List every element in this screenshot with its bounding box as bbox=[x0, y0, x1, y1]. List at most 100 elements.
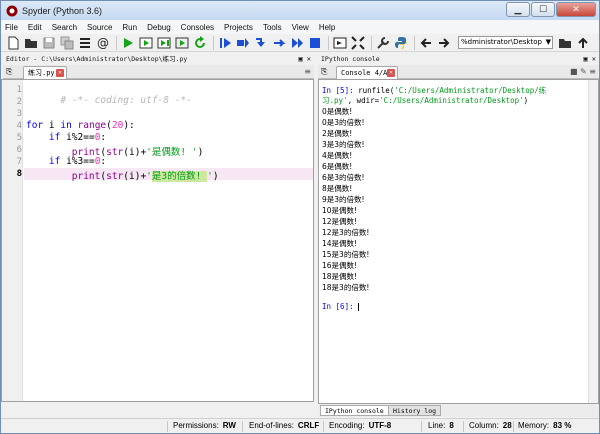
maximize-pane-icon bbox=[333, 37, 347, 48]
run-selection-icon bbox=[175, 37, 189, 48]
options-menu-icon[interactable]: ≡ bbox=[589, 67, 596, 76]
save-all-button[interactable] bbox=[59, 35, 75, 51]
editor-pane-title: Editor - C:\Users\Administrator\Desktop\… bbox=[3, 54, 314, 65]
status-separator bbox=[242, 421, 243, 432]
status-eol: End-of-lines: CRLF bbox=[249, 421, 320, 430]
run-cell-advance-button[interactable] bbox=[156, 35, 172, 51]
forward-button[interactable] bbox=[436, 35, 452, 51]
browse-directory-button[interactable] bbox=[557, 35, 573, 51]
tab-ipython-console[interactable]: IPython console bbox=[320, 405, 389, 416]
window-controls: ▁ ☐ ✕ bbox=[505, 2, 596, 17]
stop-debug-button[interactable] bbox=[307, 35, 323, 51]
wrench-icon bbox=[377, 36, 389, 49]
console-output-line: 0是3的倍数! bbox=[322, 118, 365, 127]
undock-icon[interactable]: ▣ bbox=[298, 55, 302, 63]
editor-tab-bar: ⎘ 练习.py ✕ ≡ bbox=[3, 65, 314, 79]
menu-view[interactable]: View bbox=[292, 23, 309, 32]
back-button[interactable] bbox=[418, 35, 434, 51]
line-number: 2 bbox=[16, 97, 22, 107]
stop-icon bbox=[310, 37, 320, 48]
arrow-right-icon bbox=[439, 37, 450, 48]
edit-icon[interactable]: ✎ bbox=[580, 67, 587, 76]
close-pane-icon[interactable]: ✕ bbox=[307, 55, 311, 63]
run-selection-button[interactable] bbox=[174, 35, 190, 51]
continue-button[interactable] bbox=[289, 35, 305, 51]
toolbar-separator bbox=[328, 35, 329, 50]
step-button[interactable] bbox=[235, 35, 251, 51]
save-all-icon bbox=[60, 36, 74, 49]
menu-help[interactable]: Help bbox=[319, 23, 335, 32]
menu-tools[interactable]: Tools bbox=[263, 23, 282, 32]
menu-file[interactable]: File bbox=[5, 23, 18, 32]
console-prompt-line[interactable]: In [6]: bbox=[322, 302, 360, 311]
console-output-line: 18是3的倍数! bbox=[322, 283, 370, 292]
ipython-console[interactable]: In [5]: runfile('C:/Users/Administrator/… bbox=[318, 79, 599, 404]
save-button[interactable] bbox=[41, 35, 57, 51]
options-menu-icon[interactable]: ≡ bbox=[304, 67, 311, 76]
tab-history-log[interactable]: History log bbox=[388, 405, 442, 416]
close-tab-icon[interactable]: ✕ bbox=[56, 69, 64, 77]
console-input-line-cont: 习.py', wdir='C:/Users/Administrator/Desk… bbox=[322, 96, 529, 105]
new-file-button[interactable] bbox=[5, 35, 21, 51]
at-button[interactable]: @ bbox=[95, 35, 111, 51]
parent-directory-button[interactable] bbox=[575, 35, 591, 51]
working-directory-combo[interactable]: %dministrator\Desktop ▼ bbox=[458, 36, 553, 49]
line-number: 6 bbox=[16, 145, 22, 155]
status-encoding: Encoding: UTF-8 bbox=[329, 421, 392, 430]
run-button[interactable] bbox=[120, 35, 136, 51]
browse-tabs-icon[interactable]: ⎘ bbox=[6, 67, 12, 77]
preferences-button[interactable] bbox=[375, 35, 391, 51]
list-icon bbox=[80, 37, 90, 48]
menu-debug[interactable]: Debug bbox=[147, 23, 171, 32]
minimize-button[interactable]: ▁ bbox=[506, 2, 530, 17]
maximize-button[interactable]: ☐ bbox=[531, 2, 555, 17]
debug-icon bbox=[220, 37, 231, 48]
pane-controls: ▣ ✕ bbox=[583, 54, 596, 65]
code-editor[interactable]: 1 2 3 4 5 6 7 8 # -*- coding: utf-8 -*- … bbox=[1, 79, 314, 402]
console-output-line: 12是偶数! bbox=[322, 217, 358, 226]
menu-source[interactable]: Source bbox=[87, 23, 112, 32]
status-separator bbox=[513, 421, 514, 432]
console-tab-bar: ⎘ Console 4/A ✕ ■ ✎ ≡ bbox=[318, 65, 599, 79]
toolbar-separator bbox=[116, 35, 117, 50]
step-into-button[interactable] bbox=[253, 35, 269, 51]
at-sign-icon: @ bbox=[97, 36, 109, 50]
pane-controls: ▣ ✕ bbox=[298, 54, 311, 65]
console-output-line: 10是偶数! bbox=[322, 206, 358, 215]
debug-button[interactable] bbox=[217, 35, 233, 51]
browse-tabs-icon[interactable]: ⎘ bbox=[321, 67, 327, 77]
tab-console[interactable]: Console 4/A ✕ bbox=[336, 66, 398, 79]
close-tab-icon[interactable]: ✕ bbox=[387, 69, 395, 77]
console-output-line: 16是偶数! bbox=[322, 261, 358, 270]
console-scrollbar[interactable] bbox=[588, 80, 598, 403]
status-separator bbox=[323, 421, 324, 432]
code-line-4: for i in range(20): bbox=[26, 120, 135, 131]
console-pane-title: IPython console ▣ ✕ bbox=[318, 54, 599, 65]
run-cell-advance-icon bbox=[157, 37, 171, 48]
menu-consoles[interactable]: Consoles bbox=[181, 23, 214, 32]
menu-edit[interactable]: Edit bbox=[28, 23, 42, 32]
undock-icon[interactable]: ▣ bbox=[583, 55, 587, 63]
outline-button[interactable] bbox=[77, 35, 93, 51]
tab-file[interactable]: 练习.py ✕ bbox=[23, 66, 67, 79]
python-icon bbox=[395, 36, 407, 49]
python-path-button[interactable] bbox=[393, 35, 409, 51]
open-file-button[interactable] bbox=[23, 35, 39, 51]
console-toolbar-icons: ■ ✎ ≡ bbox=[570, 67, 596, 76]
bottom-tab-bar: IPython console History log bbox=[318, 404, 599, 417]
menu-run[interactable]: Run bbox=[122, 23, 137, 32]
menu-projects[interactable]: Projects bbox=[224, 23, 253, 32]
toolbar-separator bbox=[213, 35, 214, 50]
line-number: 5 bbox=[16, 133, 22, 143]
rerun-button[interactable] bbox=[192, 35, 208, 51]
tab-console-label: Console 4/A bbox=[341, 69, 388, 77]
close-pane-icon[interactable]: ✕ bbox=[592, 55, 596, 63]
maximize-pane-button[interactable] bbox=[332, 35, 348, 51]
close-window-button[interactable]: ✕ bbox=[556, 2, 596, 17]
step-return-button[interactable] bbox=[271, 35, 287, 51]
fullscreen-button[interactable] bbox=[350, 35, 366, 51]
run-cell-button[interactable] bbox=[138, 35, 154, 51]
console-output-line: 12是3的倍数! bbox=[322, 228, 370, 237]
menu-search[interactable]: Search bbox=[52, 23, 77, 32]
stop-kernel-icon[interactable]: ■ bbox=[570, 67, 578, 76]
